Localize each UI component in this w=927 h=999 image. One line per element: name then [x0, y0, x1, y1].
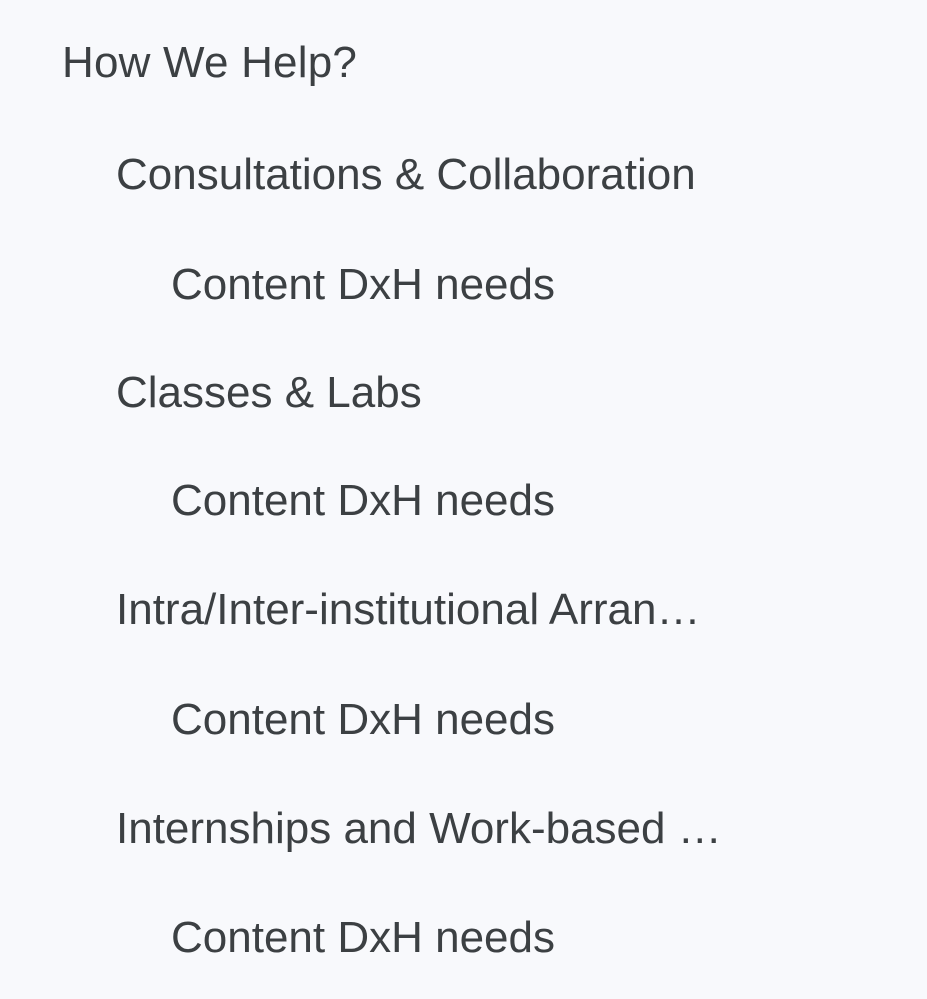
- outline-item-internships[interactable]: Internships and Work-based …: [116, 803, 770, 855]
- outline-item-intra-inter-institutional[interactable]: Intra/Inter-institutional Arran…: [116, 584, 770, 636]
- outline-subitem-content-needs[interactable]: Content DxH needs: [171, 259, 771, 311]
- outline-item-classes-labs[interactable]: Classes & Labs: [116, 367, 770, 419]
- outline-subitem-content-needs[interactable]: Content DxH needs: [171, 694, 771, 746]
- document-outline: How We Help? Consultations & Collaborati…: [0, 0, 927, 999]
- outline-item-consultations[interactable]: Consultations & Collaboration: [116, 149, 770, 201]
- outline-subitem-content-needs[interactable]: Content DxH needs: [171, 475, 771, 527]
- outline-subitem-content-needs[interactable]: Content DxH needs: [171, 912, 771, 964]
- outline-heading[interactable]: How We Help?: [62, 38, 357, 88]
